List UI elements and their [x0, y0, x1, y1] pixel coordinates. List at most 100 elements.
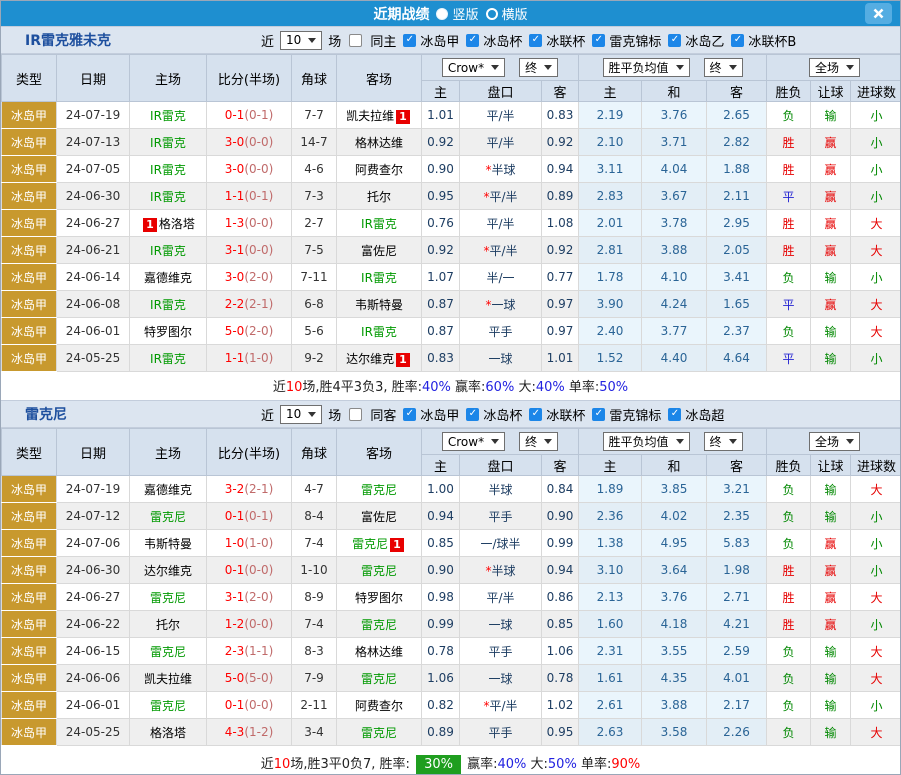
team-name-text: IR雷克 [150, 136, 186, 150]
avg-away-cell: 2.17 [707, 692, 767, 719]
score-cell: 3-0(0-0) [207, 129, 292, 156]
avg-away-cell: 1.88 [707, 156, 767, 183]
same-venue-checkbox[interactable] [349, 34, 362, 47]
odds-source-select[interactable]: Crow* [442, 432, 505, 451]
avg-away-cell: 2.82 [707, 129, 767, 156]
chevron-down-icon [308, 412, 316, 417]
league-checkbox[interactable]: ✓ [403, 408, 416, 421]
table-row: 冰岛甲24-06-30IR雷克1-1(0-1)7-3托尔0.95*平/半0.89… [2, 183, 901, 210]
handicap-cell: *平/半 [460, 692, 542, 719]
avg-type-select[interactable]: 胜平负均值 [603, 432, 690, 451]
corners-cell: 7-7 [292, 102, 337, 129]
avg-draw-cell: 3.55 [642, 638, 707, 665]
odds-final-select[interactable]: 终 [519, 58, 558, 77]
subcol-avg-draw: 和 [642, 455, 707, 476]
table-row: 冰岛甲24-06-08IR雷克2-2(2-1)6-8韦斯特曼0.87*一球0.9… [2, 291, 901, 318]
avg-home-cell: 2.81 [579, 237, 642, 264]
handicap-cell: 平手 [460, 318, 542, 345]
league-type-cell: 冰岛甲 [2, 611, 57, 638]
home-team-filters: 近10场同主✓冰岛甲✓冰岛杯✓冰联杯✓雷克锦标✓冰岛乙✓冰联杯B [261, 31, 796, 50]
league-checkbox[interactable]: ✓ [592, 408, 605, 421]
section-header-away-team: 雷克尼 近10场同客✓冰岛甲✓冰岛杯✓冰联杯✓雷克锦标✓冰岛超 [1, 400, 900, 428]
league-checkbox[interactable]: ✓ [668, 408, 681, 421]
col-header-home: 主场 [130, 429, 207, 476]
avg-away-cell: 4.01 [707, 665, 767, 692]
handicap-text: 平手 [488, 726, 512, 740]
layout-radio-vertical[interactable]: 竖版 [436, 4, 478, 23]
league-checkbox[interactable]: ✓ [592, 34, 605, 47]
away-team-cell: 富佐尼 [337, 503, 422, 530]
result-scope-select[interactable]: 全场 [809, 432, 860, 451]
handicap-text: 一/球半 [480, 537, 520, 551]
match-date-cell: 24-07-06 [57, 530, 130, 557]
result-scope-select[interactable]: 全场 [809, 58, 860, 77]
goals-result-cell: 大 [851, 210, 901, 237]
avg-type-select[interactable]: 胜平负均值 [603, 58, 690, 77]
subcol-avg-home: 主 [579, 455, 642, 476]
handicap-cell: 半球 [460, 476, 542, 503]
wdl-result-cell: 负 [767, 102, 811, 129]
red-card-badge: 1 [396, 353, 410, 367]
asian-result-cell: 赢 [811, 237, 851, 264]
same-venue-checkbox[interactable] [349, 408, 362, 421]
away-team-cell: 格林达维 [337, 638, 422, 665]
league-checkbox[interactable]: ✓ [529, 408, 542, 421]
league-type-cell: 冰岛甲 [2, 210, 57, 237]
league-checkbox[interactable]: ✓ [529, 34, 542, 47]
away-odds-cell: 0.94 [542, 156, 579, 183]
odds-source-select[interactable]: Crow* [442, 58, 505, 77]
league-type-cell: 冰岛甲 [2, 129, 57, 156]
layout-radio-horizontal[interactable]: 横版 [486, 4, 528, 23]
summary-segment: 60% [485, 380, 514, 395]
league-checkbox-label: 冰岛乙 [685, 31, 724, 50]
score-cell: 3-1(2-0) [207, 584, 292, 611]
score-cell: 2-3(1-1) [207, 638, 292, 665]
league-checkbox[interactable]: ✓ [668, 34, 681, 47]
chevron-down-icon [729, 65, 737, 70]
league-checkbox[interactable]: ✓ [403, 34, 416, 47]
table-row: 冰岛甲24-06-21IR雷克3-1(0-0)7-5富佐尼0.92*平/半0.9… [2, 237, 901, 264]
home-odds-cell: 0.99 [422, 611, 460, 638]
close-button[interactable] [865, 3, 892, 24]
team-name-text: 托尔 [367, 190, 391, 204]
league-checkbox[interactable]: ✓ [731, 34, 744, 47]
match-date-cell: 24-06-15 [57, 638, 130, 665]
team-name-text: 富佐尼 [361, 510, 397, 524]
league-type-cell: 冰岛甲 [2, 692, 57, 719]
summary-segment: 40% [497, 757, 526, 772]
handicap-text: 平/半 [489, 190, 517, 204]
wdl-result-cell: 胜 [767, 237, 811, 264]
chevron-down-icon [676, 65, 684, 70]
league-type-cell: 冰岛甲 [2, 719, 57, 746]
handicap-text: 平/半 [486, 591, 514, 605]
league-checkbox[interactable]: ✓ [466, 34, 479, 47]
near-count-value: 10 [286, 407, 301, 421]
home-odds-cell: 0.94 [422, 503, 460, 530]
halftime-score: (1-2) [244, 725, 273, 739]
near-count-select[interactable]: 10 [280, 31, 322, 50]
avg-home-cell: 2.61 [579, 692, 642, 719]
home-team-cell: 嘉德维克 [130, 264, 207, 291]
team-name-text: 雷克尼 [150, 510, 186, 524]
odds-final-select[interactable]: 终 [519, 432, 558, 451]
league-checkbox-label: 冰联杯 [546, 405, 585, 424]
handicap-cell: 平/半 [460, 129, 542, 156]
home-odds-cell: 0.76 [422, 210, 460, 237]
home-team-cell: 雷克尼 [130, 692, 207, 719]
asian-result-cell: 赢 [811, 129, 851, 156]
same-venue-label: 同主 [370, 31, 396, 50]
table-row: 冰岛甲24-06-06凯夫拉维5-0(5-0)7-9雷克尼1.06一球0.781… [2, 665, 901, 692]
subcol-odds-away: 客 [542, 81, 579, 102]
handicap-text: 平/半 [489, 244, 517, 258]
asian-result-cell: 输 [811, 503, 851, 530]
avg-final-select[interactable]: 终 [704, 432, 743, 451]
avg-final-select[interactable]: 终 [704, 58, 743, 77]
league-checkbox[interactable]: ✓ [466, 408, 479, 421]
halftime-score: (2-0) [244, 324, 273, 338]
home-odds-cell: 0.87 [422, 291, 460, 318]
near-count-select[interactable]: 10 [280, 405, 322, 424]
halftime-score: (0-0) [244, 563, 273, 577]
avg-draw-cell: 4.04 [642, 156, 707, 183]
score-cell: 5-0(2-0) [207, 318, 292, 345]
league-type-cell: 冰岛甲 [2, 503, 57, 530]
